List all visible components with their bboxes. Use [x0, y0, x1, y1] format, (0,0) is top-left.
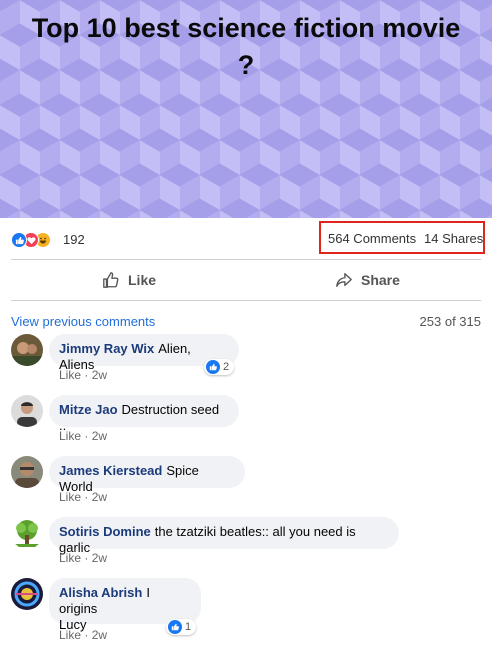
comment-author[interactable]: Jimmy Ray Wix [59, 341, 154, 356]
comment-meta: Like · 2w [59, 628, 107, 642]
like-icon [206, 360, 220, 374]
comment-like-link[interactable]: Like [59, 628, 81, 642]
comment-author[interactable]: Sotiris Domine [59, 524, 151, 539]
comment-bubble: Mitze Jao Destruction seed .. [49, 395, 239, 433]
comment-like-badge[interactable]: 2 [204, 359, 235, 375]
comment-author[interactable]: Mitze Jao [59, 402, 118, 417]
comment-author[interactable]: Alisha Abrish [59, 585, 142, 600]
like-icon [168, 620, 182, 634]
like-icon [11, 232, 27, 248]
avatar[interactable] [11, 578, 43, 610]
share-icon [336, 273, 352, 287]
divider [11, 300, 481, 301]
comment-page-count: 253 of 315 [419, 314, 481, 329]
comment-meta: Like · 2w [59, 429, 107, 443]
like-button[interactable]: Like [102, 260, 156, 300]
comment-bubble: Sotiris Domine the tzatziki beatles:: all… [49, 517, 399, 555]
divider [11, 259, 481, 260]
comment-bubble: James Kierstead Spice World [49, 456, 245, 494]
comments-count[interactable]: 564 Comments [328, 231, 416, 246]
reaction-icons[interactable] [11, 232, 51, 248]
comment-like-link[interactable]: Like [59, 490, 81, 504]
like-button-label: Like [128, 272, 157, 288]
comment-author[interactable]: James Kierstead [59, 463, 162, 478]
meta-separator: · [84, 628, 89, 642]
avatar[interactable] [11, 517, 43, 549]
thumbs-up-icon [103, 272, 119, 288]
comment-time[interactable]: 2w [92, 551, 107, 565]
meta-separator: · [84, 429, 89, 443]
meta-separator: · [84, 551, 89, 565]
comment-like-link[interactable]: Like [59, 551, 81, 565]
comment-like-badge[interactable]: 1 [166, 619, 197, 635]
avatar[interactable] [11, 456, 43, 488]
comment-time[interactable]: 2w [92, 490, 107, 504]
meta-separator: · [84, 490, 89, 504]
view-previous-comments-link[interactable]: View previous comments [11, 314, 155, 329]
meta-separator: · [84, 368, 89, 382]
comment-meta: Like · 2w [59, 490, 107, 504]
comment-like-count: 1 [185, 621, 192, 633]
share-button[interactable]: Share [335, 260, 400, 300]
avatar[interactable] [11, 334, 43, 366]
reaction-count[interactable]: 192 [63, 232, 85, 247]
comment-time[interactable]: 2w [92, 628, 107, 642]
post-banner: Top 10 best science fiction movie ? [0, 0, 492, 218]
comment-bubble: Alisha Abrish I origins Lucy [49, 578, 201, 632]
comment-time[interactable]: 2w [92, 429, 107, 443]
comment-meta: Like · 2w [59, 368, 107, 382]
comment-like-link[interactable]: Like [59, 368, 81, 382]
post-title: Top 10 best science fiction movie ? [31, 13, 461, 80]
share-button-label: Share [361, 272, 400, 288]
comment-time[interactable]: 2w [92, 368, 107, 382]
avatar[interactable] [11, 395, 43, 427]
comment-like-link[interactable]: Like [59, 429, 81, 443]
comment-meta: Like · 2w [59, 551, 107, 565]
shares-count[interactable]: 14 Shares [424, 231, 483, 246]
comment-like-count: 2 [223, 361, 230, 373]
